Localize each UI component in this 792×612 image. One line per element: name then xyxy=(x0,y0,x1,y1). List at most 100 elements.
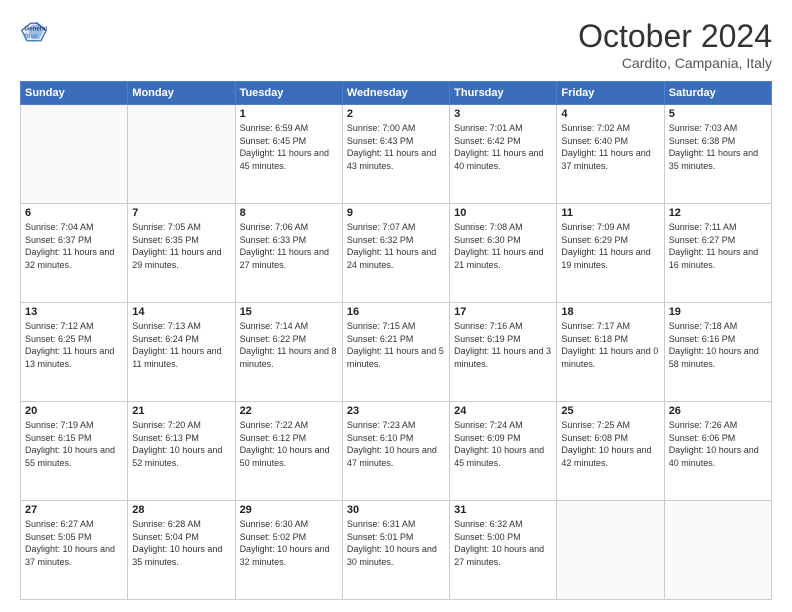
day-info: Sunrise: 7:23 AM Sunset: 6:10 PM Dayligh… xyxy=(347,419,445,469)
day-number: 6 xyxy=(25,207,123,219)
calendar-day: 30 Sunrise: 6:31 AM Sunset: 5:01 PM Dayli… xyxy=(342,501,449,600)
calendar-day: 27 Sunrise: 6:27 AM Sunset: 5:05 PM Dayli… xyxy=(21,501,128,600)
calendar-day: 3 Sunrise: 7:01 AM Sunset: 6:42 PM Daylig… xyxy=(450,105,557,204)
day-number: 13 xyxy=(25,306,123,318)
day-info: Sunrise: 7:24 AM Sunset: 6:09 PM Dayligh… xyxy=(454,419,552,469)
calendar-day: 14Sunrise: 7:13 AM Sunset: 6:24 PM Dayli… xyxy=(128,303,235,402)
day-number: 20 xyxy=(25,405,123,417)
calendar-day: 19 Sunrise: 7:18 AM Sunset: 6:16 PM Dayli… xyxy=(664,303,771,402)
calendar-day: 4Sunrise: 7:02 AM Sunset: 6:40 PM Daylig… xyxy=(557,105,664,204)
calendar-week-2: 6 Sunrise: 7:04 AM Sunset: 6:37 PM Daylig… xyxy=(21,204,772,303)
calendar-day: 25Sunrise: 7:25 AM Sunset: 6:08 PM Dayli… xyxy=(557,402,664,501)
day-info: Sunrise: 7:02 AM Sunset: 6:40 PM Dayligh… xyxy=(561,122,659,172)
day-number: 12 xyxy=(669,207,767,219)
day-info: Sunrise: 7:18 AM Sunset: 6:16 PM Dayligh… xyxy=(669,320,767,370)
day-number: 3 xyxy=(454,108,552,120)
day-info: Sunrise: 7:22 AM Sunset: 6:12 PM Dayligh… xyxy=(240,419,338,469)
day-number: 22 xyxy=(240,405,338,417)
calendar-day: 12 Sunrise: 7:11 AM Sunset: 6:27 PM Dayli… xyxy=(664,204,771,303)
day-number: 2 xyxy=(347,108,445,120)
calendar-day: 29Sunrise: 6:30 AM Sunset: 5:02 PM Dayli… xyxy=(235,501,342,600)
calendar-day: 13 Sunrise: 7:12 AM Sunset: 6:25 PM Dayli… xyxy=(21,303,128,402)
calendar-day xyxy=(21,105,128,204)
day-info: Sunrise: 6:31 AM Sunset: 5:01 PM Dayligh… xyxy=(347,518,445,568)
calendar-day: 5 Sunrise: 7:03 AM Sunset: 6:38 PM Daylig… xyxy=(664,105,771,204)
day-info: Sunrise: 6:30 AM Sunset: 5:02 PM Dayligh… xyxy=(240,518,338,568)
day-info: Sunrise: 7:07 AM Sunset: 6:32 PM Dayligh… xyxy=(347,221,445,271)
logo: General Blue xyxy=(20,18,48,46)
day-number: 11 xyxy=(561,207,659,219)
calendar-week-5: 27 Sunrise: 6:27 AM Sunset: 5:05 PM Dayli… xyxy=(21,501,772,600)
day-number: 19 xyxy=(669,306,767,318)
svg-text:Blue: Blue xyxy=(24,33,38,40)
day-number: 8 xyxy=(240,207,338,219)
calendar-day: 23Sunrise: 7:23 AM Sunset: 6:10 PM Dayli… xyxy=(342,402,449,501)
calendar-day: 8 Sunrise: 7:06 AM Sunset: 6:33 PM Daylig… xyxy=(235,204,342,303)
calendar-day: 16Sunrise: 7:15 AM Sunset: 6:21 PM Dayli… xyxy=(342,303,449,402)
title-section: October 2024 Cardito, Campania, Italy xyxy=(578,18,772,71)
day-number: 15 xyxy=(240,306,338,318)
day-number: 5 xyxy=(669,108,767,120)
month-title: October 2024 xyxy=(578,18,772,55)
day-number: 30 xyxy=(347,504,445,516)
day-info: Sunrise: 7:25 AM Sunset: 6:08 PM Dayligh… xyxy=(561,419,659,469)
logo-icon: General Blue xyxy=(20,18,48,46)
calendar-day: 22 Sunrise: 7:22 AM Sunset: 6:12 PM Dayli… xyxy=(235,402,342,501)
calendar-day xyxy=(128,105,235,204)
day-info: Sunrise: 6:28 AM Sunset: 5:04 PM Dayligh… xyxy=(132,518,230,568)
day-info: Sunrise: 7:04 AM Sunset: 6:37 PM Dayligh… xyxy=(25,221,123,271)
calendar-day: 31Sunrise: 6:32 AM Sunset: 5:00 PM Dayli… xyxy=(450,501,557,600)
day-info: Sunrise: 7:11 AM Sunset: 6:27 PM Dayligh… xyxy=(669,221,767,271)
day-info: Sunrise: 7:00 AM Sunset: 6:43 PM Dayligh… xyxy=(347,122,445,172)
location-subtitle: Cardito, Campania, Italy xyxy=(578,55,772,71)
calendar-day: 9 Sunrise: 7:07 AM Sunset: 6:32 PM Daylig… xyxy=(342,204,449,303)
day-info: Sunrise: 6:32 AM Sunset: 5:00 PM Dayligh… xyxy=(454,518,552,568)
day-info: Sunrise: 7:19 AM Sunset: 6:15 PM Dayligh… xyxy=(25,419,123,469)
calendar-week-4: 20 Sunrise: 7:19 AM Sunset: 6:15 PM Dayli… xyxy=(21,402,772,501)
day-number: 18 xyxy=(561,306,659,318)
calendar-week-1: 1Sunrise: 6:59 AM Sunset: 6:45 PM Daylig… xyxy=(21,105,772,204)
day-info: Sunrise: 7:06 AM Sunset: 6:33 PM Dayligh… xyxy=(240,221,338,271)
weekday-header-saturday: Saturday xyxy=(664,82,771,105)
day-number: 16 xyxy=(347,306,445,318)
calendar-day: 7Sunrise: 7:05 AM Sunset: 6:35 PM Daylig… xyxy=(128,204,235,303)
calendar-day: 28Sunrise: 6:28 AM Sunset: 5:04 PM Dayli… xyxy=(128,501,235,600)
day-number: 9 xyxy=(347,207,445,219)
day-info: Sunrise: 7:17 AM Sunset: 6:18 PM Dayligh… xyxy=(561,320,659,370)
day-info: Sunrise: 7:08 AM Sunset: 6:30 PM Dayligh… xyxy=(454,221,552,271)
day-number: 21 xyxy=(132,405,230,417)
weekday-header-wednesday: Wednesday xyxy=(342,82,449,105)
day-number: 27 xyxy=(25,504,123,516)
day-info: Sunrise: 7:26 AM Sunset: 6:06 PM Dayligh… xyxy=(669,419,767,469)
calendar-day xyxy=(557,501,664,600)
day-number: 14 xyxy=(132,306,230,318)
day-info: Sunrise: 7:03 AM Sunset: 6:38 PM Dayligh… xyxy=(669,122,767,172)
day-number: 7 xyxy=(132,207,230,219)
svg-text:General: General xyxy=(24,25,47,32)
calendar-day: 24Sunrise: 7:24 AM Sunset: 6:09 PM Dayli… xyxy=(450,402,557,501)
day-info: Sunrise: 7:12 AM Sunset: 6:25 PM Dayligh… xyxy=(25,320,123,370)
weekday-header-tuesday: Tuesday xyxy=(235,82,342,105)
calendar-day: 11Sunrise: 7:09 AM Sunset: 6:29 PM Dayli… xyxy=(557,204,664,303)
calendar-day: 1Sunrise: 6:59 AM Sunset: 6:45 PM Daylig… xyxy=(235,105,342,204)
weekday-header-friday: Friday xyxy=(557,82,664,105)
calendar-day: 20 Sunrise: 7:19 AM Sunset: 6:15 PM Dayli… xyxy=(21,402,128,501)
weekday-header-row: SundayMondayTuesdayWednesdayThursdayFrid… xyxy=(21,82,772,105)
weekday-header-thursday: Thursday xyxy=(450,82,557,105)
calendar-week-3: 13 Sunrise: 7:12 AM Sunset: 6:25 PM Dayli… xyxy=(21,303,772,402)
day-number: 26 xyxy=(669,405,767,417)
calendar-table: SundayMondayTuesdayWednesdayThursdayFrid… xyxy=(20,81,772,600)
page: General Blue October 2024 Cardito, Campa… xyxy=(0,0,792,612)
day-number: 17 xyxy=(454,306,552,318)
day-info: Sunrise: 7:14 AM Sunset: 6:22 PM Dayligh… xyxy=(240,320,338,370)
calendar-day: 6 Sunrise: 7:04 AM Sunset: 6:37 PM Daylig… xyxy=(21,204,128,303)
calendar-day: 15 Sunrise: 7:14 AM Sunset: 6:22 PM Dayli… xyxy=(235,303,342,402)
calendar-day: 26 Sunrise: 7:26 AM Sunset: 6:06 PM Dayli… xyxy=(664,402,771,501)
day-info: Sunrise: 7:20 AM Sunset: 6:13 PM Dayligh… xyxy=(132,419,230,469)
weekday-header-sunday: Sunday xyxy=(21,82,128,105)
day-info: Sunrise: 7:01 AM Sunset: 6:42 PM Dayligh… xyxy=(454,122,552,172)
day-info: Sunrise: 7:16 AM Sunset: 6:19 PM Dayligh… xyxy=(454,320,552,370)
calendar-day: 21 Sunrise: 7:20 AM Sunset: 6:13 PM Dayli… xyxy=(128,402,235,501)
day-info: Sunrise: 6:27 AM Sunset: 5:05 PM Dayligh… xyxy=(25,518,123,568)
calendar-day: 18 Sunrise: 7:17 AM Sunset: 6:18 PM Dayli… xyxy=(557,303,664,402)
